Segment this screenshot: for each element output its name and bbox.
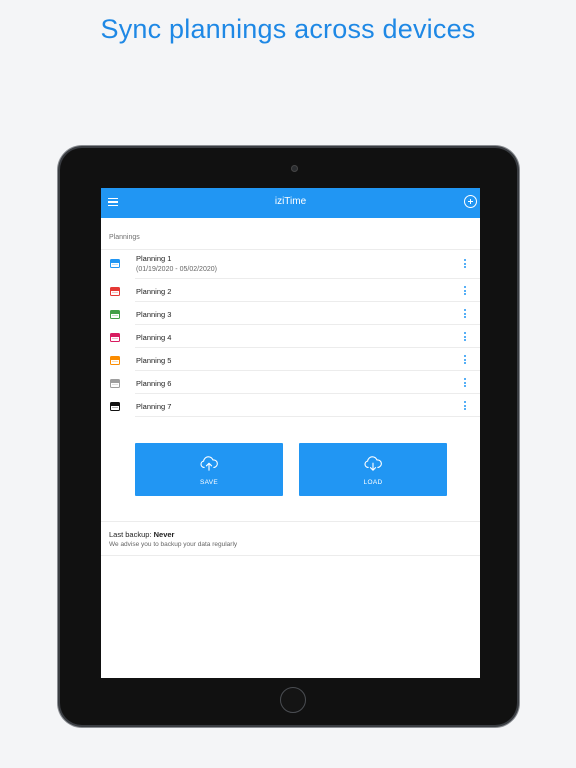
- planning-name: Planning 3: [136, 310, 172, 319]
- backup-advice: We advise you to backup your data regula…: [109, 541, 238, 548]
- more-vert-icon[interactable]: [464, 286, 467, 296]
- planning-name: Planning 5: [136, 356, 172, 365]
- home-button[interactable]: [280, 687, 306, 713]
- divider: [101, 555, 480, 556]
- add-circle-icon[interactable]: [464, 195, 477, 208]
- headline: Sync plannings across devices: [100, 14, 476, 44]
- save-label: SAVE: [199, 479, 219, 486]
- load-button[interactable]: LOAD: [299, 443, 447, 496]
- more-vert-icon[interactable]: [464, 401, 467, 411]
- cloud-download-icon: [364, 456, 382, 471]
- more-vert-icon[interactable]: [464, 355, 467, 365]
- list-item[interactable]: Planning 7: [101, 394, 480, 417]
- calendar-icon: [110, 333, 120, 342]
- calendar-icon: [110, 356, 120, 365]
- planning-name: Planning 2: [136, 287, 172, 296]
- section-label: Plannings: [109, 234, 140, 241]
- more-vert-icon[interactable]: [464, 309, 467, 319]
- planning-list: Planning 1 (01/19/2020 - 05/02/2020) Pla…: [101, 249, 480, 417]
- last-backup: Last backup: Never: [109, 530, 174, 539]
- planning-name: Planning 6: [136, 379, 172, 388]
- calendar-icon: [110, 310, 120, 319]
- list-item[interactable]: Planning 5: [101, 348, 480, 371]
- more-vert-icon[interactable]: [464, 332, 467, 342]
- save-button[interactable]: SAVE: [135, 443, 283, 496]
- calendar-icon: [110, 379, 120, 388]
- app-title: iziTime: [274, 196, 307, 207]
- divider: [101, 521, 480, 522]
- calendar-icon: [110, 259, 120, 268]
- list-item[interactable]: Planning 6: [101, 371, 480, 394]
- planning-dates: (01/19/2020 - 05/02/2020): [136, 266, 217, 273]
- app-screen: iziTime Plannings Planning 1 (01/19/2020…: [101, 188, 480, 678]
- cloud-upload-icon: [200, 456, 218, 471]
- planning-name: Planning 7: [136, 402, 172, 411]
- last-backup-value: Never: [153, 530, 175, 539]
- calendar-icon: [110, 402, 120, 411]
- more-vert-icon[interactable]: [464, 378, 467, 388]
- list-item[interactable]: Planning 3: [101, 302, 480, 325]
- list-item[interactable]: Planning 2: [101, 279, 480, 302]
- more-vert-icon[interactable]: [464, 259, 467, 269]
- camera: [291, 165, 298, 172]
- load-label: LOAD: [363, 479, 383, 486]
- list-item[interactable]: Planning 1 (01/19/2020 - 05/02/2020): [101, 249, 480, 279]
- planning-name: Planning 1: [136, 254, 172, 263]
- calendar-icon: [110, 287, 120, 296]
- planning-name: Planning 4: [136, 333, 172, 342]
- last-backup-label: Last backup:: [109, 530, 152, 539]
- list-item[interactable]: Planning 4: [101, 325, 480, 348]
- app-bar: iziTime: [101, 188, 480, 218]
